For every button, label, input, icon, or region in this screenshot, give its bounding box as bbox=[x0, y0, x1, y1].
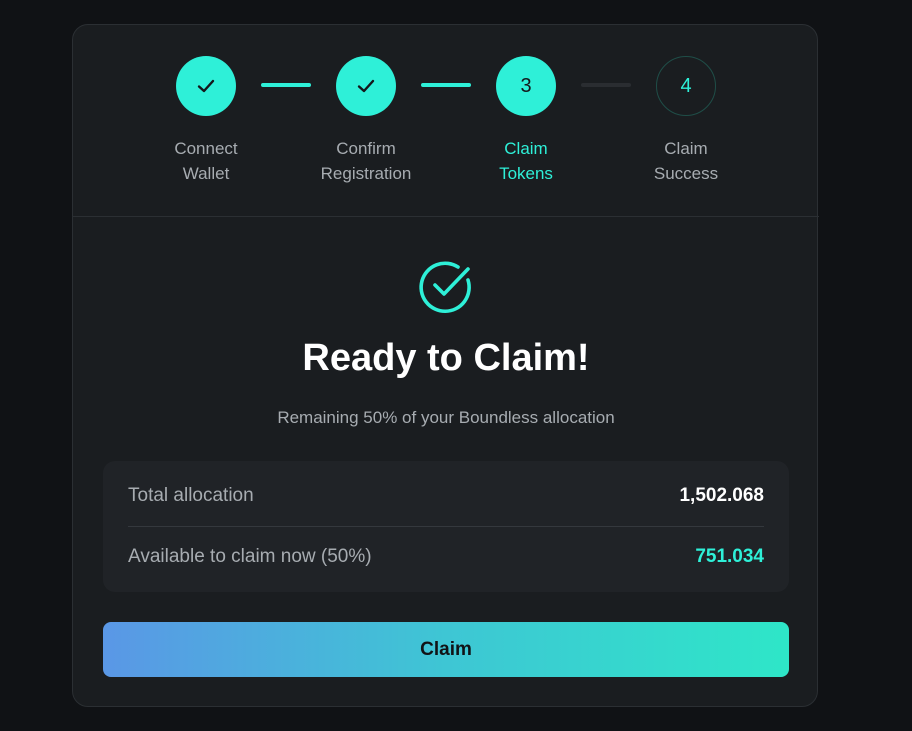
check-circle-icon bbox=[419, 261, 471, 314]
step-2-label: Confirm Registration bbox=[320, 139, 412, 183]
progress-stepper: Connect Wallet Confirm Registration 3 Cl… bbox=[73, 25, 819, 217]
claim-button[interactable]: Claim bbox=[103, 622, 789, 677]
checkmark-icon bbox=[357, 79, 375, 93]
step-4-circle: 4 bbox=[656, 56, 716, 116]
step-2-circle bbox=[336, 56, 396, 116]
page-title: Ready to Claim! bbox=[302, 337, 590, 379]
available-claim-label: Available to claim now (50%) bbox=[128, 546, 372, 567]
step-confirm-registration: Confirm Registration bbox=[296, 56, 436, 186]
allocation-summary: Total allocation 1,502.068 Available to … bbox=[103, 461, 789, 592]
claim-card: Connect Wallet Confirm Registration 3 Cl… bbox=[72, 24, 819, 707]
step-3-label: Claim Tokens bbox=[499, 139, 553, 183]
total-allocation-value: 1,502.068 bbox=[679, 485, 764, 506]
available-claim-row: Available to claim now (50%) 751.034 bbox=[128, 527, 764, 587]
step-1-label: Connect Wallet bbox=[174, 139, 238, 183]
page-subtitle: Remaining 50% of your Boundless allocati… bbox=[277, 408, 615, 427]
step-claim-success: 4 Claim Success bbox=[616, 56, 756, 186]
total-allocation-label: Total allocation bbox=[128, 485, 254, 506]
step-1-circle bbox=[176, 56, 236, 116]
step-3-circle: 3 bbox=[496, 56, 556, 116]
total-allocation-row: Total allocation 1,502.068 bbox=[128, 466, 764, 527]
step-claim-tokens: 3 Claim Tokens bbox=[456, 56, 596, 186]
step-connect-wallet: Connect Wallet bbox=[136, 56, 276, 186]
checkmark-icon bbox=[197, 79, 215, 93]
available-claim-value: 751.034 bbox=[695, 546, 764, 567]
step-4-label: Claim Success bbox=[653, 139, 719, 183]
